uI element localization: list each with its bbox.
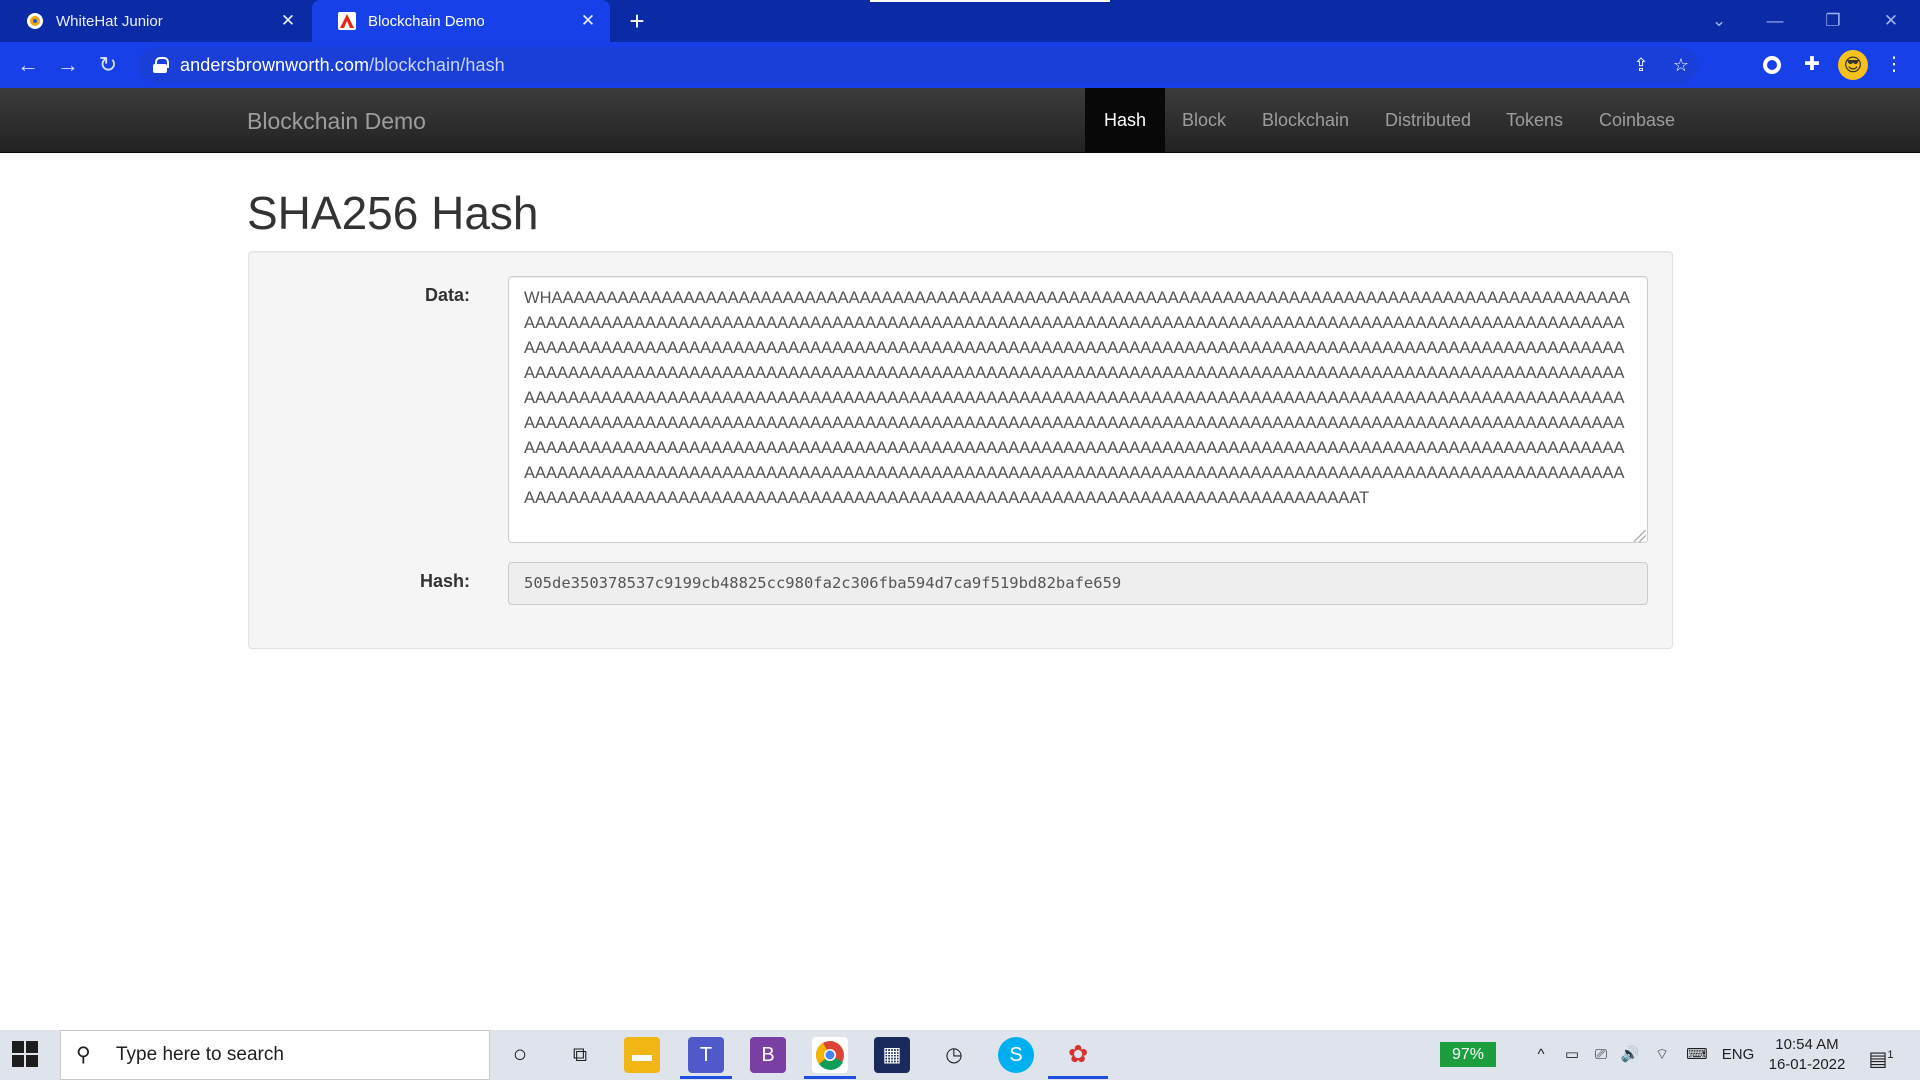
forward-arrow-icon[interactable]: → [54, 51, 82, 79]
notification-icon[interactable]: ▤1 [1866, 1041, 1896, 1071]
paint-active-indicator [1048, 1076, 1108, 1079]
textarea-resize-handle[interactable] [1634, 530, 1646, 542]
close-icon[interactable]: ✕ [278, 11, 298, 31]
notification-glyph: ▤ [1868, 1048, 1888, 1071]
language-indicator[interactable]: ENG [1718, 1030, 1758, 1080]
nav-link-coinbase[interactable]: Coinbase [1580, 88, 1694, 152]
plus-icon[interactable]: + [622, 6, 652, 36]
url-path: /blockchain/hash [369, 54, 505, 75]
file-explorer-icon[interactable]: ▬ [624, 1037, 660, 1073]
lock-icon[interactable] [152, 57, 169, 73]
nav-link-tokens[interactable]: Tokens [1487, 88, 1582, 152]
url-host: andersbrownworth.com [180, 54, 370, 75]
hash-label: Hash: [419, 571, 470, 591]
browser-toolbar: ← → ↻ andersbrownworth.com/blockchain/ha… [0, 42, 1920, 88]
chrome-icon[interactable] [812, 1037, 848, 1073]
cortana-icon[interactable]: ○ [502, 1037, 538, 1073]
volume-icon[interactable]: 🔊 [1616, 1030, 1644, 1080]
tab-blockchain-demo[interactable]: Blockchain Demo ✕ [312, 0, 610, 42]
search-icon: ⚲ [76, 1044, 91, 1066]
wifi-icon[interactable]: ⌔ [1648, 1030, 1676, 1080]
chevron-up-icon[interactable]: ^ [1528, 1030, 1554, 1080]
windows-taskbar: ⚲ Type here to search ○ ⧉ ▬ T B ▦ ◷ S ✿ … [0, 1030, 1920, 1080]
clock-date: 16-01-2022 [1768, 1056, 1846, 1073]
whitehat-favicon [26, 12, 44, 30]
kebab-menu-icon[interactable]: ⋮ [1880, 51, 1908, 79]
teams-active-indicator [680, 1076, 732, 1079]
back-arrow-icon[interactable]: ← [14, 51, 42, 79]
browser-tab-strip: WhiteHat Junior ✕ Blockchain Demo ✕ + ⌄ … [0, 0, 1920, 42]
battery-icon[interactable]: ▭ [1558, 1030, 1586, 1080]
battery-indicator[interactable]: 97% [1440, 1042, 1496, 1067]
close-icon[interactable]: ✕ [578, 11, 598, 31]
navbar-brand[interactable]: Blockchain Demo [247, 108, 426, 135]
network-icon[interactable]: ⎚ [1588, 1030, 1614, 1080]
minimize-icon[interactable]: — [1760, 6, 1790, 36]
clock-time: 10:54 AM [1775, 1036, 1839, 1053]
bootstrap-studio-icon[interactable]: B [750, 1037, 786, 1073]
page-title: SHA256 Hash [247, 187, 539, 239]
hash-output-field: 505de350378537c9199cb48825cc980fa2c306fb… [508, 562, 1648, 605]
star-icon[interactable]: ☆ [1668, 52, 1694, 78]
chrome-active-indicator [804, 1076, 856, 1079]
keyboard-icon[interactable]: ⌨ [1680, 1030, 1714, 1080]
nav-link-blockchain[interactable]: Blockchain [1243, 88, 1368, 152]
puzzle-icon[interactable]: ✚ [1798, 51, 1826, 79]
media-icon[interactable]: ▦ [874, 1037, 910, 1073]
data-label: Data: [424, 285, 470, 305]
taskbar-search-box[interactable]: ⚲ Type here to search [60, 1030, 490, 1080]
site-navbar: Blockchain Demo Hash Block Blockchain Di… [0, 88, 1920, 153]
restore-icon[interactable]: ❐ [1818, 6, 1848, 36]
tab-whitehat-junior[interactable]: WhiteHat Junior ✕ [0, 0, 310, 42]
tab-title: Blockchain Demo [368, 12, 485, 30]
reload-icon[interactable]: ↻ [94, 51, 122, 79]
tab-strip-indicator [870, 0, 1110, 2]
tab-title: WhiteHat Junior [56, 12, 163, 30]
windows-start-icon[interactable] [12, 1041, 38, 1067]
skype-icon[interactable]: S [998, 1037, 1034, 1073]
data-textarea[interactable]: WHAAAAAAAAAAAAAAAAAAAAAAAAAAAAAAAAAAAAAA… [508, 276, 1648, 543]
url-text: andersbrownworth.com/blockchain/hash [180, 55, 505, 76]
paint-app-icon[interactable]: ✿ [1060, 1037, 1096, 1073]
address-bar[interactable]: andersbrownworth.com/blockchain/hash ☆ ⇪ [138, 47, 1698, 83]
close-window-icon[interactable]: ✕ [1876, 6, 1906, 36]
nav-link-block[interactable]: Block [1163, 88, 1245, 152]
chevron-down-icon[interactable]: ⌄ [1704, 6, 1734, 36]
share-icon[interactable]: ⇪ [1628, 52, 1654, 78]
avatar-icon[interactable]: 😎 [1838, 50, 1868, 80]
notification-count: 1 [1887, 1049, 1894, 1061]
extension-icon[interactable] [1758, 51, 1786, 79]
teams-icon[interactable]: T [688, 1037, 724, 1073]
nav-link-distributed[interactable]: Distributed [1366, 88, 1490, 152]
nav-link-hash[interactable]: Hash [1085, 88, 1166, 152]
task-view-icon[interactable]: ⧉ [562, 1037, 598, 1073]
clock-app-icon[interactable]: ◷ [936, 1037, 972, 1073]
blockchain-favicon [338, 12, 356, 30]
taskbar-clock[interactable]: 10:54 AM 16-01-2022 [1764, 1035, 1850, 1075]
search-placeholder: Type here to search [116, 1044, 284, 1065]
